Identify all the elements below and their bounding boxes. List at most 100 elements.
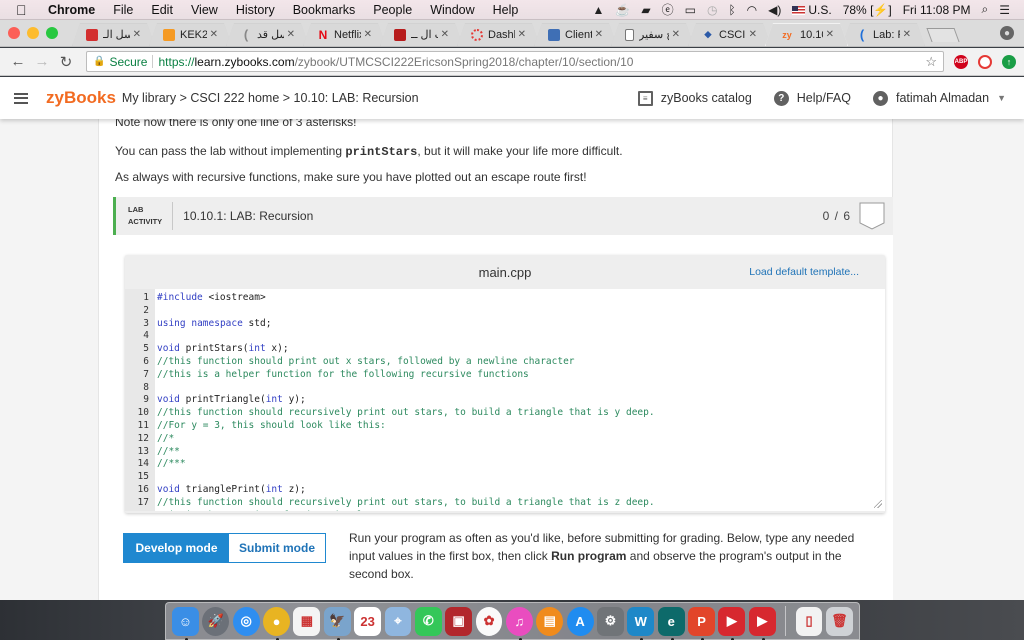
time-machine-icon[interactable]: ◷ — [707, 3, 717, 17]
browser-tab[interactable]: مسلسل الـ ✕ — [72, 23, 155, 46]
window-controls — [8, 27, 58, 39]
user-menu[interactable]: ● fatimah Almadan ▼ — [872, 90, 1006, 106]
eset-icon[interactable]: e — [657, 606, 685, 640]
back-button[interactable]: ← — [8, 53, 28, 70]
close-tab-icon[interactable]: ✕ — [672, 29, 680, 40]
trash-icon[interactable]: 🗑 — [825, 606, 853, 636]
close-tab-icon[interactable]: ✕ — [826, 29, 834, 40]
menu-view[interactable]: View — [191, 3, 218, 17]
close-tab-icon[interactable]: ✕ — [133, 29, 141, 40]
zybooks-catalog-link[interactable]: ≡ zyBooks catalog — [637, 90, 752, 106]
browser-tab[interactable]: ◆ CSCI 22✕ — [688, 23, 771, 46]
menu-help[interactable]: Help — [493, 3, 519, 17]
lab-activity-tag: LAB ACTIVITY — [116, 202, 174, 230]
close-tab-icon[interactable]: ✕ — [441, 29, 449, 40]
safari-icon[interactable]: ◎ — [232, 606, 260, 636]
google-drive-icon[interactable]: ▲ — [593, 3, 605, 17]
app-store-icon[interactable]: A — [566, 606, 594, 636]
instruction-text: You can pass the lab without implementin… — [115, 144, 623, 159]
caffeine-icon[interactable]: ☕ — [615, 3, 630, 17]
word-icon[interactable]: W — [627, 606, 655, 640]
browser-tab[interactable]: N Netflix ✕ — [303, 23, 386, 46]
green-arrow-extension-icon[interactable]: ↑ — [1002, 54, 1016, 69]
calendar-icon[interactable]: 23 — [354, 606, 382, 636]
code-line: 4 — [125, 330, 157, 343]
spotlight-icon[interactable]: ⌕ — [982, 2, 989, 17]
submit-mode-button[interactable]: Submit mode — [229, 534, 325, 562]
code-text: #include <iostream> — [157, 292, 266, 303]
tab-title: 10.10. L — [800, 28, 822, 41]
adblock-plus-icon[interactable]: ABP — [954, 54, 968, 69]
photo-booth-icon[interactable]: ▣ — [445, 606, 473, 636]
resize-handle[interactable] — [874, 500, 882, 508]
menu-history[interactable]: History — [236, 3, 275, 17]
browser-tab[interactable]: Dashboard ✕ — [457, 23, 540, 46]
close-tab-icon[interactable]: ✕ — [903, 29, 911, 40]
clock[interactable]: Fri 11:08 PM — [903, 3, 971, 17]
opera-vpn-icon[interactable] — [978, 54, 992, 69]
browser-tab[interactable]: Client's✕ — [534, 23, 617, 46]
ibooks-icon[interactable]: ▤ — [536, 606, 564, 636]
close-tab-icon[interactable]: ✕ — [595, 29, 603, 40]
facetime-icon[interactable]: ✆ — [414, 606, 442, 636]
forward-button[interactable]: → — [32, 53, 52, 70]
system-preferences-icon[interactable]: ⚙ — [597, 606, 624, 636]
app-grid-icon[interactable]: ▦ — [293, 606, 321, 636]
volume-icon[interactable]: ◀) — [768, 3, 781, 17]
minimize-window-button[interactable] — [27, 27, 39, 39]
pdf-expert-2-icon[interactable]: ▶ — [748, 606, 776, 640]
menu-window[interactable]: Window — [430, 3, 474, 17]
profile-icon[interactable]: ● — [1000, 26, 1014, 40]
help-faq-link[interactable]: ? Help/FAQ — [773, 90, 851, 106]
chrome-icon[interactable]: ● — [263, 606, 290, 640]
close-tab-icon[interactable]: ✕ — [210, 29, 218, 40]
close-tab-icon[interactable]: ✕ — [518, 29, 526, 40]
new-tab-button[interactable] — [926, 28, 960, 42]
browser-tab[interactable]: zy 10.10. L ✕ — [765, 23, 848, 46]
close-window-button[interactable] — [8, 27, 20, 39]
menu-chrome[interactable]: Chrome — [48, 3, 95, 17]
menu-edit[interactable]: Edit — [151, 3, 173, 17]
pdf-expert-1-icon[interactable]: ▶ — [718, 606, 746, 640]
preview-icon[interactable]: 🦅 — [323, 606, 351, 640]
menu-people[interactable]: People — [373, 3, 412, 17]
apple-menu-icon[interactable]:  — [16, 2, 34, 18]
close-tab-icon[interactable]: ✕ — [749, 29, 757, 40]
browser-tab[interactable]: KEK2EPI✕ — [149, 23, 232, 46]
airplay-icon[interactable]: ▭ — [685, 3, 696, 17]
zybooks-logo[interactable]: zyBooks — [46, 88, 116, 108]
browser-tab[interactable]: برنامج سفير ✕ — [611, 23, 694, 46]
maximize-window-button[interactable] — [46, 27, 58, 39]
develop-mode-button[interactable]: Develop mode — [124, 534, 229, 562]
bluetooth-icon[interactable]: ᛒ — [728, 3, 735, 17]
documents-folder-icon[interactable]: ▯ — [795, 606, 823, 636]
input-source[interactable]: U.S. — [792, 3, 832, 17]
breadcrumb[interactable]: My library > CSCI 222 home > 10.10: LAB:… — [122, 91, 419, 105]
browser-tab[interactable]: مناقب ال ــ ✕ — [380, 23, 463, 46]
display-icon[interactable]: ▰ — [641, 3, 650, 17]
browser-tab[interactable]: (Lab: Rec ✕ — [842, 23, 925, 46]
maps-icon[interactable]: ⌖ — [384, 606, 412, 636]
eset-icon[interactable]: ⓔ — [662, 1, 674, 18]
itunes-icon[interactable]: ♫ — [505, 606, 533, 640]
close-tab-icon[interactable]: ✕ — [364, 29, 372, 40]
wifi-icon[interactable]: ◠ — [747, 3, 757, 17]
code-editor[interactable]: 1 #include <iostream> 2 3 using namespace st… — [125, 289, 885, 511]
hamburger-menu-icon[interactable] — [14, 90, 28, 106]
load-default-template-link[interactable]: Load default template... — [749, 266, 859, 278]
notification-center-icon[interactable]: ☰ — [999, 3, 1010, 17]
menu-file[interactable]: File — [113, 3, 133, 17]
code-line: 5 void printStars(int x); — [125, 343, 288, 356]
bookmark-star-icon[interactable]: ☆ — [925, 54, 937, 70]
launchpad-icon[interactable]: 🚀 — [202, 606, 230, 636]
menu-bookmarks[interactable]: Bookmarks — [293, 3, 356, 17]
battery-status[interactable]: 78% [⚡] — [843, 3, 892, 17]
address-bar[interactable]: 🔒 Secure https:// learn.zybooks.com /zyb… — [86, 51, 944, 72]
reload-button[interactable]: ↻ — [56, 53, 76, 71]
finder-icon[interactable]: ☺ — [172, 606, 199, 640]
photos-icon[interactable]: ✿ — [475, 606, 503, 636]
browser-tab[interactable]: (مسلسل قد ✕ — [226, 23, 309, 46]
close-tab-icon[interactable]: ✕ — [287, 29, 295, 40]
wps-presentation-icon[interactable]: P — [688, 606, 715, 640]
code-text: //** — [157, 445, 180, 457]
